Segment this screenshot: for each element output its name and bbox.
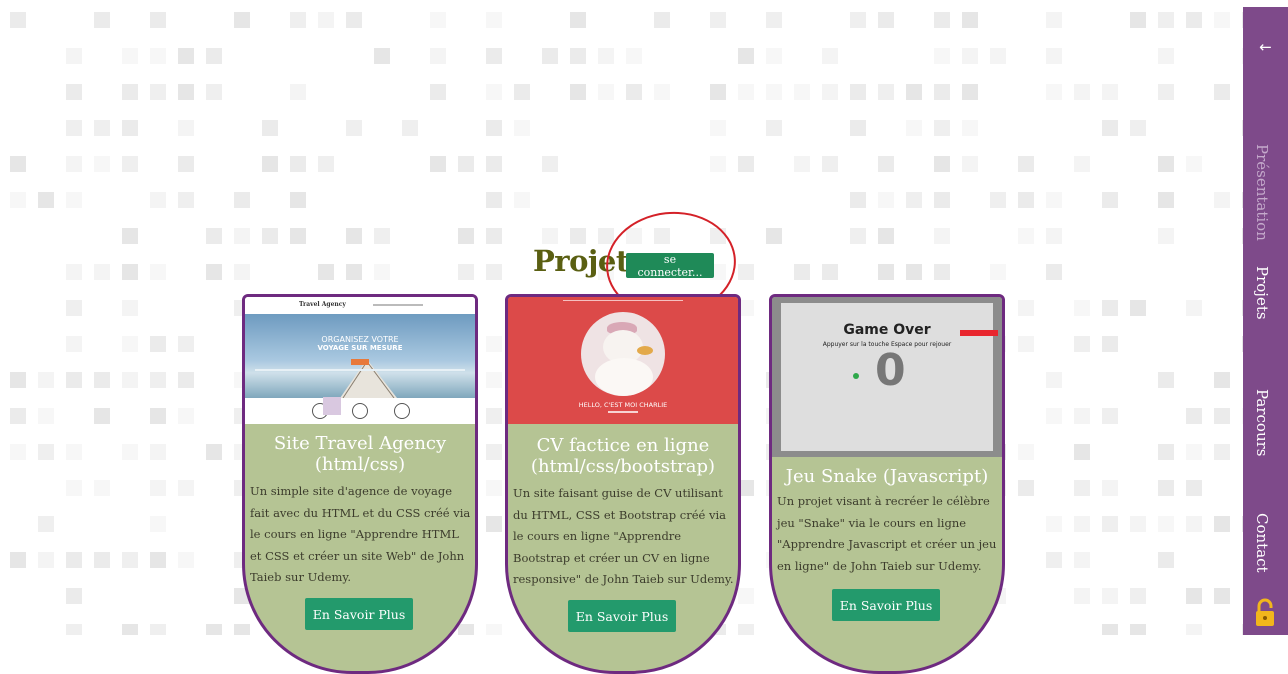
thumb-site-name: Travel Agency — [299, 301, 346, 308]
project-thumbnail-snake[interactable]: Game Over Appuyer sur la touche Espace p… — [772, 297, 1002, 457]
thumb-subtitle — [608, 411, 638, 413]
sidebar-item-contact[interactable]: Contact — [1253, 513, 1271, 573]
sidebar-item-presentation[interactable]: Présentation — [1253, 144, 1271, 241]
learn-more-button[interactable]: En Savoir Plus — [832, 589, 940, 621]
project-card-snake: Game Over Appuyer sur la touche Espace p… — [769, 294, 1005, 674]
thumb-game-board: Game Over Appuyer sur la touche Espace p… — [781, 303, 998, 451]
project-description: Un site faisant guise de CV utilisant du… — [513, 486, 734, 586]
project-title: Jeu Snake (Javascript) — [785, 466, 989, 487]
thumb-hero-line1: ORGANISEZ VOTRE — [321, 335, 399, 344]
thumb-avatar — [581, 312, 665, 396]
thumb-hello: HELLO, C'EST MOI CHARLIE — [578, 401, 668, 409]
project-card-travel: Travel Agency ORGANISEZ VOTRE VOYAGE SUR… — [242, 294, 478, 674]
thumb-hero-line2: VOYAGE SUR MESURE — [317, 344, 403, 352]
sidebar-item-projets[interactable]: Projets — [1253, 266, 1271, 320]
lock-icon[interactable] — [1254, 598, 1276, 628]
thumb-hero-button — [351, 359, 369, 365]
thumb-topbar — [563, 300, 683, 301]
arrow-left-icon[interactable]: ← — [1243, 38, 1288, 56]
thumb-food-dot — [853, 373, 859, 379]
thumb-feature-icons — [245, 397, 475, 424]
project-title: CV factice en ligne (html/css/bootstrap) — [530, 435, 716, 477]
sidebar-nav: ← Présentation Projets Parcours Contact — [1243, 7, 1288, 635]
thumb-snake-segment — [960, 330, 998, 336]
learn-more-button[interactable]: En Savoir Plus — [305, 598, 413, 630]
project-thumbnail-travel[interactable]: Travel Agency ORGANISEZ VOTRE VOYAGE SUR… — [245, 297, 475, 424]
sidebar-item-parcours[interactable]: Parcours — [1253, 389, 1271, 457]
project-card-cv: HELLO, C'EST MOI CHARLIE CV factice en l… — [505, 294, 741, 674]
learn-more-button[interactable]: En Savoir Plus — [568, 600, 676, 632]
thumb-hero: ORGANISEZ VOTRE VOYAGE SUR MESURE — [245, 314, 475, 398]
thumb-nav-links — [373, 304, 423, 306]
project-description: Un simple site d'agence de voyage fait a… — [250, 484, 471, 584]
project-title: Site Travel Agency (html/css) — [273, 433, 447, 475]
connect-button[interactable]: se connecter... — [626, 253, 714, 279]
project-thumbnail-cv[interactable]: HELLO, C'EST MOI CHARLIE — [508, 297, 738, 424]
project-description: Un projet visant à recréer le célèbre je… — [777, 494, 997, 573]
thumb-score: 0 — [875, 345, 906, 396]
